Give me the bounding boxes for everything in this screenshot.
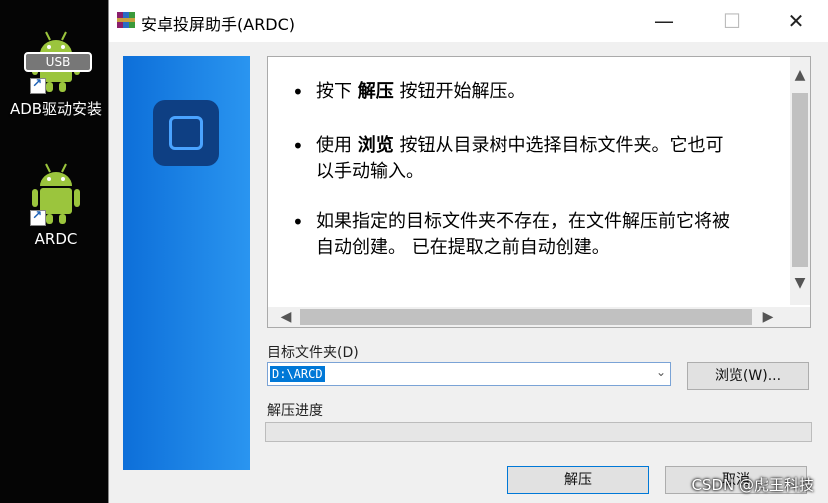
- shortcut-arrow-icon: [30, 208, 46, 226]
- window-title: 安卓投屏助手(ARDC): [141, 15, 296, 34]
- extract-progress-bar: [265, 422, 812, 442]
- vertical-scroll-thumb[interactable]: [792, 93, 808, 267]
- dest-folder-value[interactable]: D:\ARCD: [270, 366, 325, 382]
- horizontal-scrollbar[interactable]: ◀ ▶: [268, 307, 790, 327]
- chevron-down-icon[interactable]: ⌄: [656, 365, 666, 379]
- scroll-right-icon[interactable]: ▶: [758, 307, 778, 327]
- scroll-left-icon[interactable]: ◀: [276, 307, 296, 327]
- shortcut-arrow-icon: [30, 76, 46, 94]
- winrar-icon: [117, 12, 135, 28]
- info-bullet-1: 按下 解压 按钮开始解压。: [292, 79, 736, 105]
- installer-window: 安卓投屏助手(ARDC) — ☐ ✕ 按下 解压 按钮开始解压。 使用 浏览 按…: [108, 0, 828, 503]
- close-button[interactable]: ✕: [773, 0, 819, 42]
- dest-folder-combobox[interactable]: D:\ARCD ⌄: [267, 362, 671, 386]
- extract-button[interactable]: 解压: [507, 466, 649, 494]
- scroll-corner: [790, 307, 810, 327]
- banner-logo-icon: [153, 100, 219, 166]
- vertical-scrollbar[interactable]: ▲ ▼: [790, 57, 810, 305]
- info-bullet-3: 如果指定的目标文件夹不存在，在文件解压前它将被自动创建。 已在提取之前自动创建。: [292, 209, 736, 261]
- desktop-icon-label: ARDC: [34, 230, 78, 248]
- side-banner: [123, 56, 250, 470]
- desktop-icon-adb-driver[interactable]: USB ADB驱动安装: [6, 30, 106, 119]
- minimize-button[interactable]: —: [641, 0, 687, 42]
- maximize-button[interactable]: ☐: [709, 0, 755, 42]
- info-bullet-2: 使用 浏览 按钮从目录树中选择目标文件夹。它也可以手动输入。: [292, 133, 736, 185]
- dest-folder-label: 目标文件夹(D): [267, 345, 359, 361]
- usb-badge: USB: [24, 52, 92, 72]
- horizontal-scroll-thumb[interactable]: [300, 309, 752, 325]
- watermark-text: CSDN @虎王科技: [691, 476, 814, 494]
- android-usb-icon: USB: [24, 30, 92, 94]
- android-icon: [28, 162, 84, 226]
- progress-label: 解压进度: [267, 403, 323, 419]
- info-text-box: 按下 解压 按钮开始解压。 使用 浏览 按钮从目录树中选择目标文件夹。它也可以手…: [267, 56, 811, 328]
- desktop-icon-label: ADB驱动安装: [9, 100, 103, 118]
- browse-button[interactable]: 浏览(W)...: [687, 362, 809, 390]
- scroll-down-icon[interactable]: ▼: [790, 273, 810, 293]
- desktop-icon-ardc[interactable]: ARDC: [6, 162, 106, 248]
- scroll-up-icon[interactable]: ▲: [790, 65, 810, 85]
- info-content: 按下 解压 按钮开始解压。 使用 浏览 按钮从目录树中选择目标文件夹。它也可以手…: [268, 57, 790, 305]
- title-bar[interactable]: 安卓投屏助手(ARDC) — ☐ ✕: [109, 0, 828, 42]
